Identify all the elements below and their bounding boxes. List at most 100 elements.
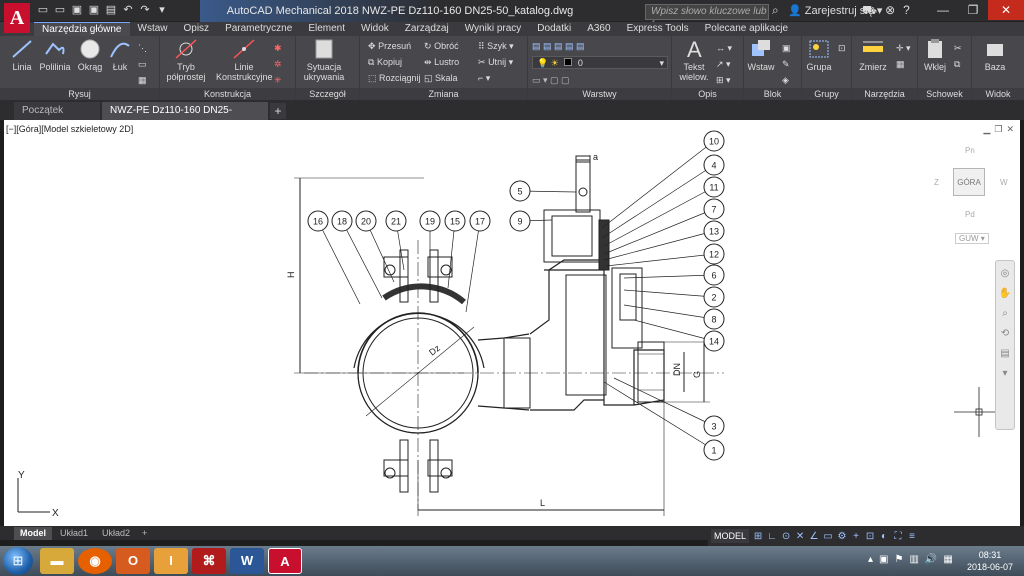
minimize-icon[interactable]: — <box>928 0 958 20</box>
orbit-icon[interactable]: ⟲ <box>998 327 1012 341</box>
panel-annotation-title[interactable]: Opis <box>672 88 743 100</box>
leader-icon[interactable]: ↗ ▾ <box>716 58 731 70</box>
create-block-icon[interactable]: ▣ <box>782 42 791 54</box>
new-icon[interactable]: ▭ <box>36 3 50 17</box>
panel-draw-title[interactable]: Rysuj <box>0 88 159 100</box>
draw-more-icon[interactable]: ⋱ <box>138 42 147 54</box>
xline3-icon[interactable]: ✳ <box>274 74 282 86</box>
compass-east[interactable]: W <box>1000 178 1008 187</box>
cut-icon[interactable]: ✂ <box>954 42 962 54</box>
xline2-icon[interactable]: ✲ <box>274 58 282 70</box>
network-icon[interactable]: ▥ <box>909 554 918 565</box>
grid-icon[interactable]: ⊞ <box>753 531 763 542</box>
tray-arrow-icon[interactable]: ▴ <box>868 554 873 565</box>
base-view-button[interactable]: Baza <box>980 38 1010 72</box>
construction-lines-button[interactable]: Linie Konstrukcyjne <box>216 38 273 82</box>
compass-west[interactable]: Z <box>934 178 939 187</box>
clock[interactable]: 08:31 2018-06-07 <box>966 549 1014 573</box>
lineweight-icon[interactable]: ▭ <box>823 531 833 542</box>
polyline-button[interactable]: Polilinia <box>38 38 72 72</box>
layer-properties-icon[interactable]: ▤ ▤ ▤ ▤ ▤ <box>532 40 585 52</box>
group-button[interactable]: Grupa <box>804 38 834 72</box>
xline-icon[interactable]: ✱ <box>274 42 282 54</box>
new-tab-button[interactable]: + <box>270 103 286 119</box>
calc-icon[interactable]: ▦ <box>896 58 905 70</box>
autocad-taskbar-icon[interactable]: A <box>268 548 302 574</box>
cart-icon[interactable]: ⛟ <box>862 3 877 19</box>
array-button[interactable]: ⠿ Szyk ▾ <box>478 40 514 52</box>
search-input[interactable]: Wpisz słowo kluczowe lub frazę <box>645 4 769 31</box>
move-button[interactable]: ✥ Przesuń <box>368 40 411 52</box>
trim-button[interactable]: ✂ Utnij ▾ <box>478 56 513 68</box>
save-as-icon[interactable]: ▣ <box>87 3 101 17</box>
insert-block-button[interactable]: Wstaw <box>746 38 776 72</box>
firefox-icon[interactable]: ◉ <box>78 548 112 574</box>
panel-modify-title[interactable]: Zmiana <box>360 88 527 100</box>
annotation-scale-icon[interactable]: ⚙ <box>837 531 847 542</box>
drawing-tab[interactable]: NWZ-PE Dz110-160 DN25-50_katalog*✕ <box>102 102 268 134</box>
rectangle-icon[interactable]: ▭ <box>138 58 147 70</box>
share-icon[interactable]: ▾ <box>155 3 169 17</box>
save-icon[interactable]: ▣ <box>70 3 84 17</box>
drawing-canvas[interactable]: [−][Góra][Model szkieletowy 2D] ▁ ❐ ✕ 16… <box>4 120 1020 526</box>
tab-a360[interactable]: A360 <box>579 22 618 36</box>
layout-tab-2[interactable]: Układ2 <box>96 527 136 540</box>
acrobat-icon[interactable]: ⌘ <box>192 548 226 574</box>
mirror-button[interactable]: ⇹ Lustro <box>424 56 459 68</box>
ucs-dropdown[interactable]: GUW ▾ <box>955 233 989 244</box>
edit-block-icon[interactable]: ✎ <box>782 58 790 70</box>
add-layout-icon[interactable]: + <box>136 527 153 540</box>
paste-button[interactable]: Wklej <box>920 38 950 72</box>
viewcube[interactable]: Pn Z W Pd GÓRA GUW ▾ <box>930 140 1010 250</box>
tab-addins[interactable]: Dodatki <box>529 22 579 36</box>
fillet-icon[interactable]: ⌐ ▾ <box>478 72 490 84</box>
close-icon[interactable]: ✕ <box>988 0 1024 20</box>
table-icon[interactable]: ⊞ ▾ <box>716 74 731 86</box>
osnap-icon[interactable]: ✕ <box>795 531 805 542</box>
line-button[interactable]: Linia <box>8 38 36 72</box>
panel-utilities-title[interactable]: Narzędzia <box>852 88 917 100</box>
layout-tab-model[interactable]: Model <box>14 527 52 540</box>
panel-clipboard-title[interactable]: Schowek <box>918 88 971 100</box>
panel-layers-title[interactable]: Warstwy <box>528 88 671 100</box>
polar-icon[interactable]: ⊙ <box>781 531 791 542</box>
customize-icon[interactable]: ≡ <box>907 531 917 542</box>
tab-manage[interactable]: Zarządzaj <box>397 22 457 36</box>
print-icon[interactable]: ▤ <box>104 3 118 17</box>
tab-element[interactable]: Element <box>300 22 353 36</box>
measure-button[interactable]: Zmierz <box>856 38 890 72</box>
tab-express-tools[interactable]: Express Tools <box>619 22 697 36</box>
outlook-icon[interactable]: O <box>116 548 150 574</box>
action-center-icon[interactable]: ⚑ <box>894 554 903 565</box>
hatch-icon[interactable]: ▦ <box>138 74 147 86</box>
app-menu-button[interactable]: A <box>4 3 30 33</box>
add-icon[interactable]: + <box>851 531 861 542</box>
panel-detail-title[interactable]: Szczegół <box>296 88 359 100</box>
exchange-icon[interactable]: ⊗ <box>885 3 895 19</box>
binoculars-icon[interactable]: ⌕ <box>772 3 779 18</box>
redo-icon[interactable]: ↷ <box>138 3 152 17</box>
tab-featured-apps[interactable]: Polecane aplikacje <box>697 22 796 36</box>
file-explorer-icon[interactable]: ▬ <box>40 548 74 574</box>
mtext-button[interactable]: A Tekst wielow. <box>676 38 712 82</box>
tab-parametric[interactable]: Parametryczne <box>217 22 300 36</box>
language-icon[interactable]: ▦ <box>943 554 952 565</box>
pan-icon[interactable]: ✋ <box>998 287 1012 301</box>
arc-button[interactable]: Łuk <box>108 38 132 72</box>
tab-annotate[interactable]: Opisz <box>176 22 218 36</box>
compass-north[interactable]: Pn <box>965 146 975 155</box>
layout-tab-1[interactable]: Układ1 <box>54 527 94 540</box>
otrack-icon[interactable]: ∠ <box>809 531 819 542</box>
tab-view[interactable]: Widok <box>353 22 397 36</box>
start-button[interactable]: ⊞ <box>3 547 33 575</box>
panel-view-title[interactable]: Widok <box>972 88 1024 100</box>
panel-groups-title[interactable]: Grupy <box>802 88 851 100</box>
steering-wheel-icon[interactable]: ◎ <box>998 267 1012 281</box>
circle-button[interactable]: Okrąg <box>76 38 104 72</box>
tab-output[interactable]: Wyniki pracy <box>457 22 530 36</box>
tab-insert[interactable]: Wstaw <box>130 22 176 36</box>
utility-icon[interactable]: ✛ ▾ <box>896 42 911 54</box>
scale-button[interactable]: ◱ Skala <box>424 72 458 84</box>
dimension-icon[interactable]: ↔ ▾ <box>716 42 732 54</box>
model-space-toggle[interactable]: MODEL <box>711 529 750 543</box>
